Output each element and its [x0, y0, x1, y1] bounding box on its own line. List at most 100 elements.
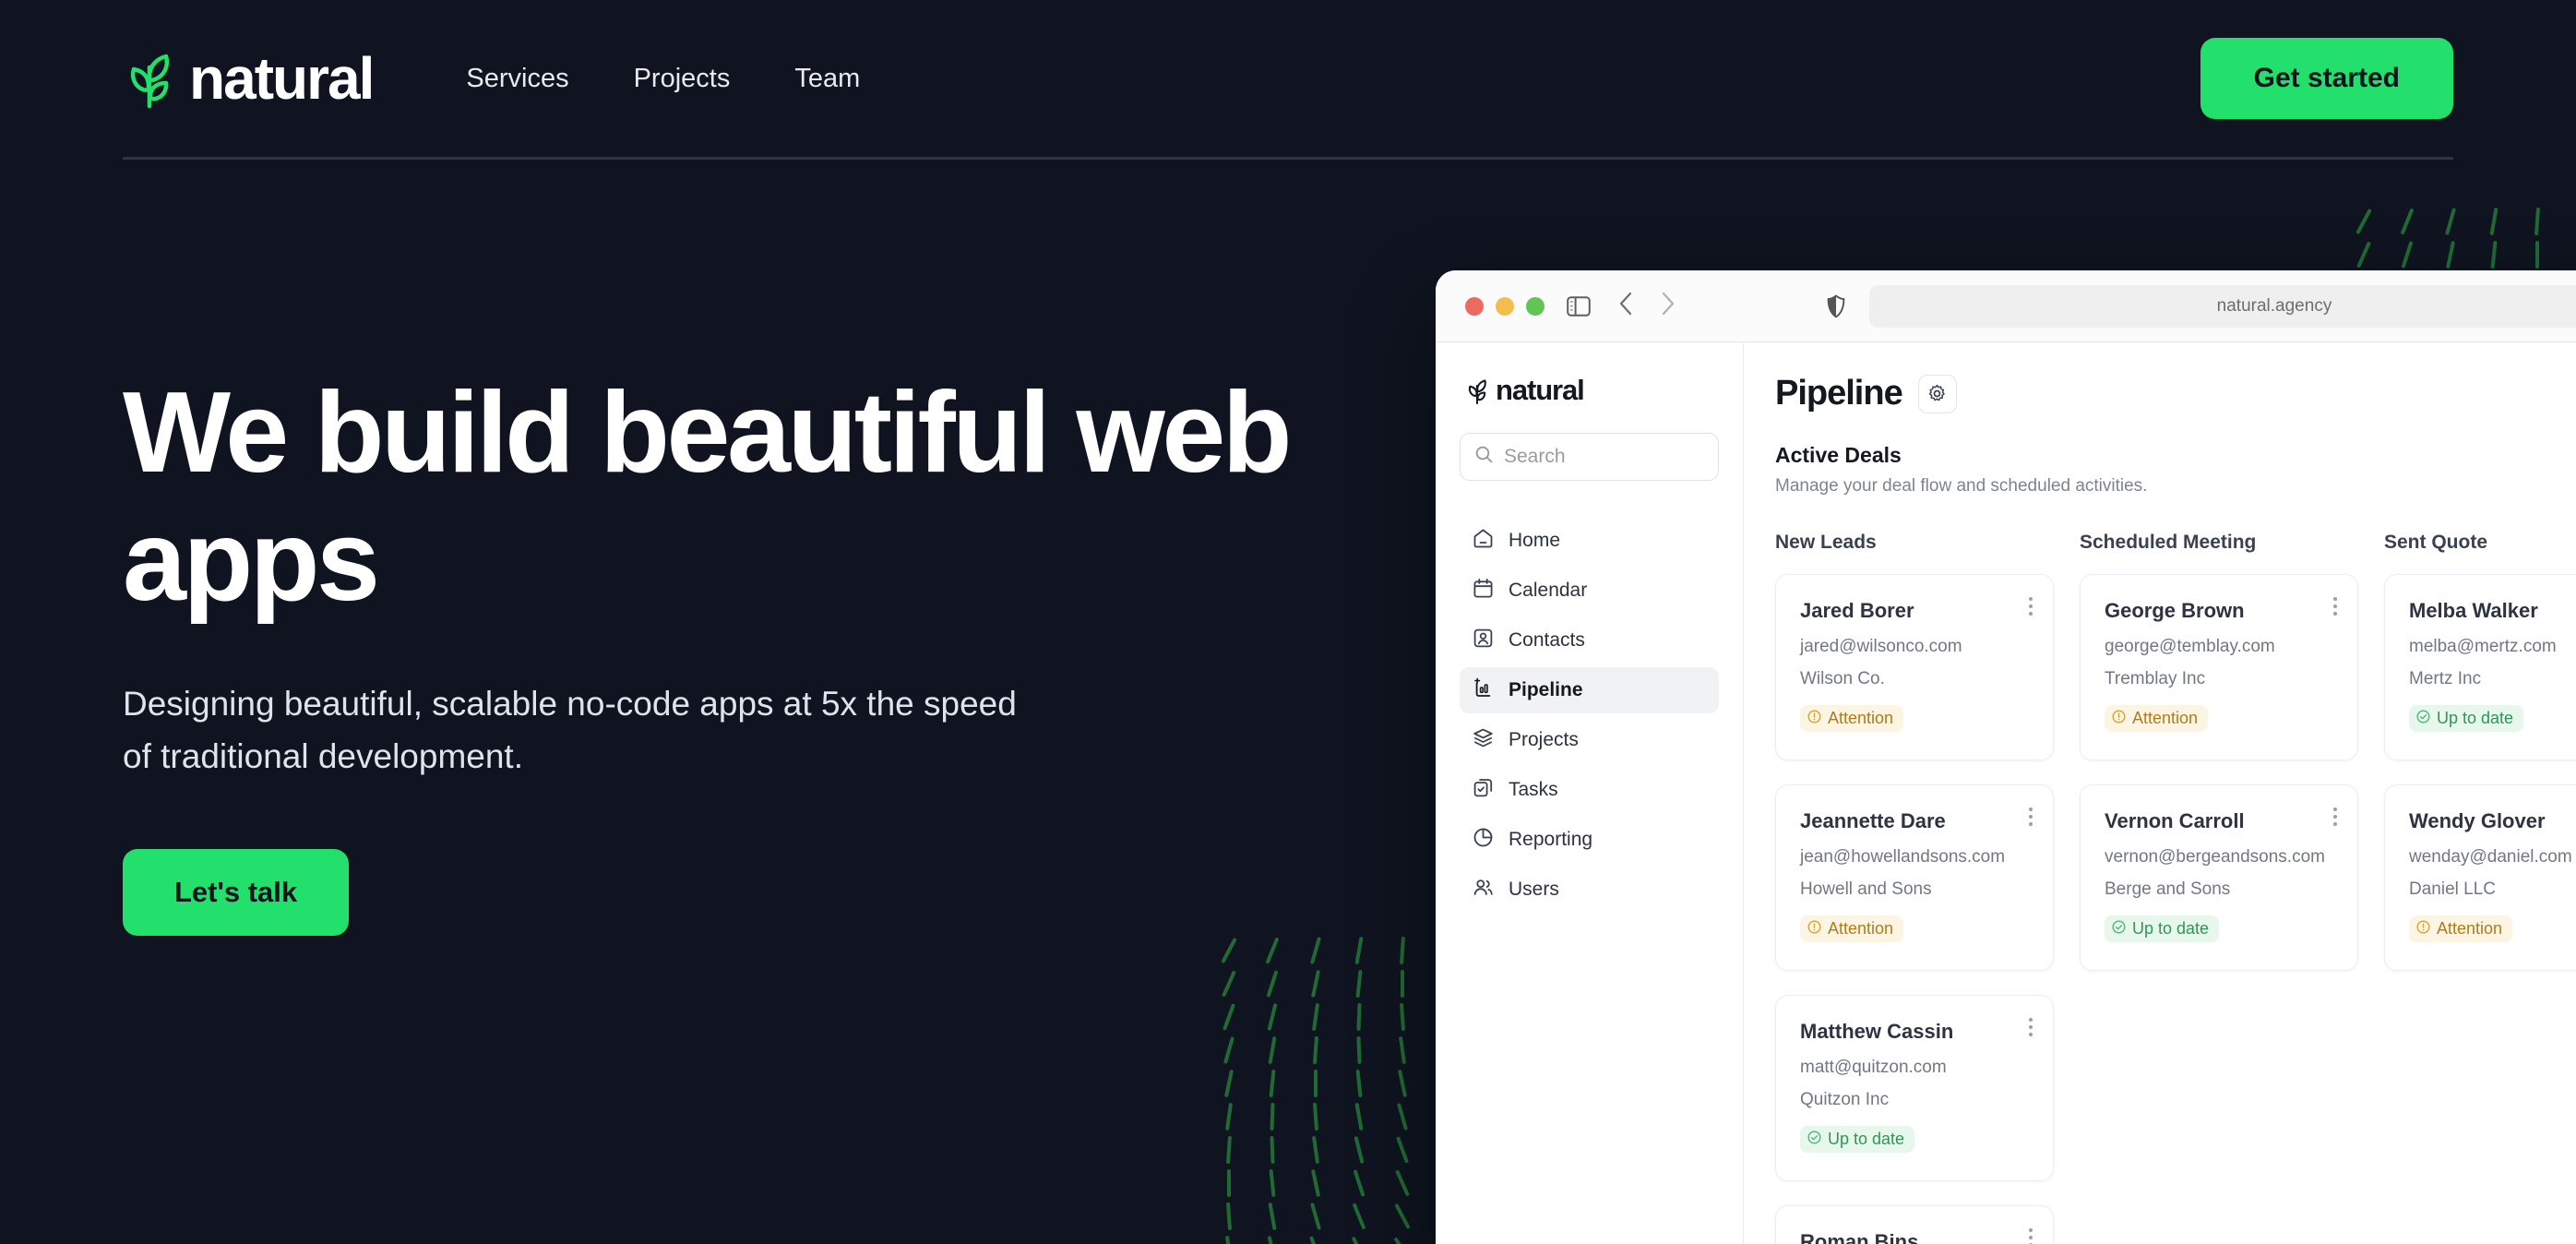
contact-email: melba@mertz.com [2409, 637, 2557, 656]
zoom-window-button[interactable] [1526, 296, 1544, 316]
decorative-dash [1312, 1035, 1319, 1065]
card-menu-icon[interactable] [2333, 597, 2337, 616]
column-title: Sent Quote [2384, 532, 2488, 553]
deal-card[interactable]: George Brown george@temblay.com Tremblay… [2080, 574, 2358, 760]
status-badge: Up to date [2409, 705, 2524, 732]
company-name: Howell and Sons [1800, 879, 1932, 899]
nav-item-projects[interactable]: Projects [602, 51, 763, 107]
contact-email: wenday@daniel.com [2409, 847, 2572, 867]
users-icon [1473, 877, 1494, 903]
chart-bar-icon [1473, 677, 1494, 703]
sidebar-item-calendar[interactable]: Calendar [1460, 568, 1719, 614]
main-nav: Services Projects Team [434, 51, 892, 107]
window-traffic-lights [1465, 296, 1544, 316]
alert-circle-icon [1807, 709, 1821, 728]
decorative-dash [1266, 970, 1279, 998]
nav-item-team[interactable]: Team [762, 51, 892, 107]
decorative-dash [1310, 969, 1321, 999]
gear-icon[interactable] [1917, 374, 1957, 413]
decorative-dash [2534, 207, 2541, 236]
check-circle-icon [2416, 709, 2430, 728]
shield-icon[interactable] [1827, 294, 1845, 318]
chevron-right-icon[interactable] [1661, 292, 1676, 320]
kanban-column: Sent Quote Melba Walker melba@mertz.com … [2384, 532, 2576, 1244]
header-divider [123, 157, 2453, 160]
landing-page: natural Services Projects Team Get start… [0, 0, 2576, 1244]
nav-item-services[interactable]: Services [434, 51, 601, 107]
url-text: natural.agency [2216, 295, 2332, 316]
sidebar-item-contacts[interactable]: Contacts [1460, 617, 1719, 664]
decorative-dash [1354, 1135, 1365, 1165]
decorative-dash [1227, 1169, 1231, 1197]
decorative-dash-pattern-top-right [2355, 207, 2576, 272]
card-menu-icon[interactable] [2029, 597, 2033, 616]
company-name: Quitzon Inc [1800, 1090, 1890, 1109]
contact-name: Melba Walker [2409, 599, 2538, 622]
alert-circle-icon [2416, 919, 2430, 939]
decorative-dash [1267, 1235, 1278, 1244]
column-title: New Leads [1775, 532, 1877, 553]
status-label: Up to date [2132, 919, 2210, 938]
status-label: Up to date [2437, 709, 2514, 727]
decorative-dash [1225, 1202, 1233, 1231]
card-menu-icon[interactable] [2029, 807, 2033, 826]
sidebar-item-projects[interactable]: Projects [1460, 717, 1719, 763]
sidebar-item-reporting[interactable]: Reporting [1460, 817, 1719, 863]
card-menu-icon[interactable] [2029, 1018, 2033, 1036]
brand-name: natural [189, 45, 375, 112]
section-heading: Active Deals [1775, 443, 1902, 467]
sidebar-toggle-icon[interactable] [1567, 295, 1591, 317]
deal-card[interactable]: Jeannette Dare jean@howellandsons.com Ho… [1775, 784, 2054, 971]
page-title: Pipeline [1775, 374, 1903, 413]
decorative-dash [1222, 1036, 1235, 1064]
app-window: natural Search Home Calendar Contacts Pi… [1436, 342, 2576, 1244]
deal-card[interactable]: Wendy Glover wenday@daniel.com Daniel LL… [2384, 784, 2576, 971]
tasks-icon [1473, 777, 1494, 803]
check-circle-icon [2112, 919, 2126, 939]
layers-icon [1473, 727, 1494, 753]
status-label: Attention [2132, 709, 2199, 727]
decorative-dash-pattern-bottom [1221, 936, 1439, 1244]
search-input[interactable]: Search [1460, 433, 1719, 481]
hero-headline: We build beautiful web apps [123, 369, 1293, 625]
deal-card[interactable]: Roman Bins [1775, 1205, 2054, 1244]
get-started-button[interactable]: Get started [2200, 38, 2453, 119]
decorative-dash [1352, 1202, 1366, 1230]
kanban-column: New Leads Jared Borer jared@wilsonco.com… [1775, 532, 2054, 1244]
chevron-left-icon[interactable] [1618, 292, 1633, 320]
decorative-dash [1395, 1136, 1410, 1164]
decorative-dash [2490, 240, 2498, 269]
url-bar[interactable]: natural.agency [1869, 284, 2576, 328]
sidebar-item-users[interactable]: Users [1460, 867, 1719, 913]
status-label: Attention [1828, 709, 1894, 727]
app-brand-logo[interactable]: natural [1460, 374, 1719, 407]
decorative-dash [1399, 936, 1406, 965]
sidebar-item-tasks[interactable]: Tasks [1460, 767, 1719, 813]
lets-talk-button[interactable]: Let's talk [123, 849, 350, 937]
minimize-window-button[interactable] [1496, 296, 1514, 316]
pipeline-header: Pipeline [1775, 374, 2576, 413]
deal-card[interactable]: Matthew Cassin matt@quitzon.com Quitzon … [1775, 995, 2054, 1181]
brand-logo[interactable]: natural [123, 45, 375, 112]
deal-card[interactable]: Jared Borer jared@wilsonco.com Wilson Co… [1775, 574, 2054, 760]
decorative-dash [1311, 1002, 1320, 1032]
contacts-icon [1473, 628, 1494, 653]
decorative-dash [1353, 1169, 1366, 1197]
deal-card[interactable]: Vernon Carroll vernon@bergeandsons.com B… [2080, 784, 2358, 971]
decorative-dash [1223, 1069, 1234, 1098]
decorative-dash [1267, 1002, 1278, 1032]
decorative-dash [1224, 1102, 1234, 1131]
hero-section: We build beautiful web apps Designing be… [123, 369, 1414, 937]
sidebar-item-pipeline[interactable]: Pipeline [1460, 667, 1719, 713]
decorative-dash [1354, 1102, 1364, 1131]
sidebar-item-home[interactable]: Home [1460, 518, 1719, 564]
leaf-icon [1465, 377, 1489, 404]
site-header: natural Services Projects Team Get start… [0, 0, 2576, 157]
deal-card[interactable]: Melba Walker melba@mertz.com Mertz Inc U… [2384, 574, 2576, 760]
decorative-dash [1268, 1035, 1277, 1065]
decorative-dash [1308, 1236, 1323, 1244]
card-menu-icon[interactable] [2029, 1228, 2033, 1244]
decorative-dash [1351, 1236, 1367, 1244]
close-window-button[interactable] [1465, 296, 1484, 316]
card-menu-icon[interactable] [2333, 807, 2337, 826]
